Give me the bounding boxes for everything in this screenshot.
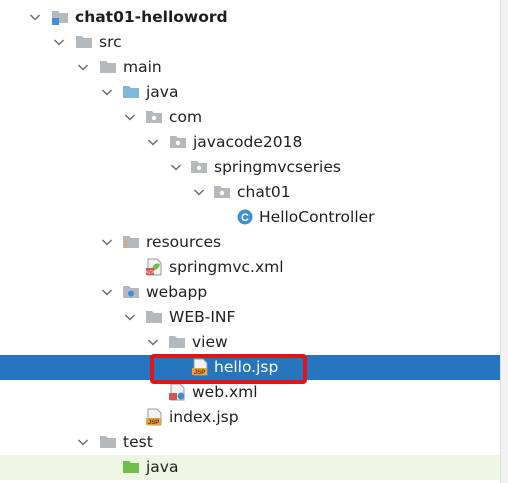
folder-icon (99, 433, 117, 451)
project-tree: chat01-helloword src main java com javac… (0, 0, 508, 483)
web-xml-file-icon (168, 383, 186, 401)
folder-icon (145, 308, 163, 326)
java-class-icon: C (236, 208, 254, 226)
tree-item-java[interactable]: java (0, 80, 500, 105)
jsp-file-icon: JSP (145, 408, 163, 426)
tree-item-main[interactable]: main (0, 55, 500, 80)
jsp-icon-text: JSP (148, 420, 159, 426)
folder-icon (168, 333, 186, 351)
chevron-down-icon[interactable] (122, 109, 138, 125)
tree-item-label: chat01 (237, 183, 291, 201)
tree-item-label: src (99, 33, 122, 51)
tree-item-label: springmvcseries (214, 158, 341, 176)
tree-item-label: chat01-helloword (75, 8, 228, 26)
tree-item-label: webapp (146, 283, 208, 301)
tree-item-label: index.jsp (169, 408, 239, 426)
tree-item-hellocontroller[interactable]: C HelloController (0, 205, 500, 230)
highlight-annotation-box (150, 354, 307, 384)
package-icon (145, 108, 163, 126)
tree-item-label: main (123, 58, 162, 76)
folder-icon (99, 58, 117, 76)
tree-item-springmvc-xml[interactable]: </> springmvc.xml (0, 255, 500, 280)
tree-item-label: com (169, 108, 203, 126)
package-icon (190, 158, 208, 176)
tree-item-label: test (123, 433, 153, 451)
tree-item-view[interactable]: view (0, 330, 500, 355)
chevron-down-icon[interactable] (75, 434, 91, 450)
tree-item-resources[interactable]: resources (0, 230, 500, 255)
tree-item-label: HelloController (259, 208, 375, 226)
tree-item-javacode2018[interactable]: javacode2018 (0, 130, 500, 155)
chevron-down-icon[interactable] (99, 234, 115, 250)
tree-item-chat01-helloword[interactable]: chat01-helloword (0, 5, 500, 30)
test-source-folder-icon (122, 458, 140, 476)
tree-item-label: view (192, 333, 228, 351)
tree-item-src[interactable]: src (0, 30, 500, 55)
class-icon-letter: C (241, 212, 249, 224)
package-icon (169, 133, 187, 151)
svg-text:</>: </> (146, 270, 155, 276)
chevron-down-icon[interactable] (145, 134, 161, 150)
tree-item-web-inf[interactable]: WEB-INF (0, 305, 500, 330)
resources-folder-icon (122, 233, 140, 251)
vertical-scrollbar[interactable] (500, 0, 508, 483)
chevron-down-icon[interactable] (191, 184, 207, 200)
tree-item-label: resources (146, 233, 222, 251)
chevron-down-icon[interactable] (99, 84, 115, 100)
tree-item-chat01[interactable]: chat01 (0, 180, 500, 205)
source-root-folder-icon (122, 83, 140, 101)
spring-xml-file-icon: </> (145, 258, 163, 276)
chevron-down-icon[interactable] (145, 334, 161, 350)
chevron-down-icon[interactable] (122, 309, 138, 325)
tree-item-test-java[interactable]: java (0, 455, 500, 480)
tree-item-label: springmvc.xml (169, 258, 284, 276)
tree-item-index-jsp[interactable]: JSP index.jsp (0, 405, 500, 430)
tree-item-label: java (146, 458, 179, 476)
chevron-down-icon[interactable] (27, 9, 43, 25)
chevron-down-icon[interactable] (75, 59, 91, 75)
web-folder-icon (122, 283, 140, 301)
module-folder-icon (51, 8, 69, 26)
chevron-down-icon[interactable] (99, 284, 115, 300)
tree-item-label: java (146, 83, 179, 101)
tree-item-label: WEB-INF (169, 308, 236, 326)
tree-item-test[interactable]: test (0, 430, 500, 455)
tree-item-springmvcseries[interactable]: springmvcseries (0, 155, 500, 180)
package-icon (213, 183, 231, 201)
chevron-down-icon[interactable] (51, 34, 67, 50)
tree-item-webapp[interactable]: webapp (0, 280, 500, 305)
tree-item-label: javacode2018 (193, 133, 303, 151)
tree-item-com[interactable]: com (0, 105, 500, 130)
folder-icon (75, 33, 93, 51)
chevron-down-icon[interactable] (168, 159, 184, 175)
tree-item-label: web.xml (192, 383, 258, 401)
